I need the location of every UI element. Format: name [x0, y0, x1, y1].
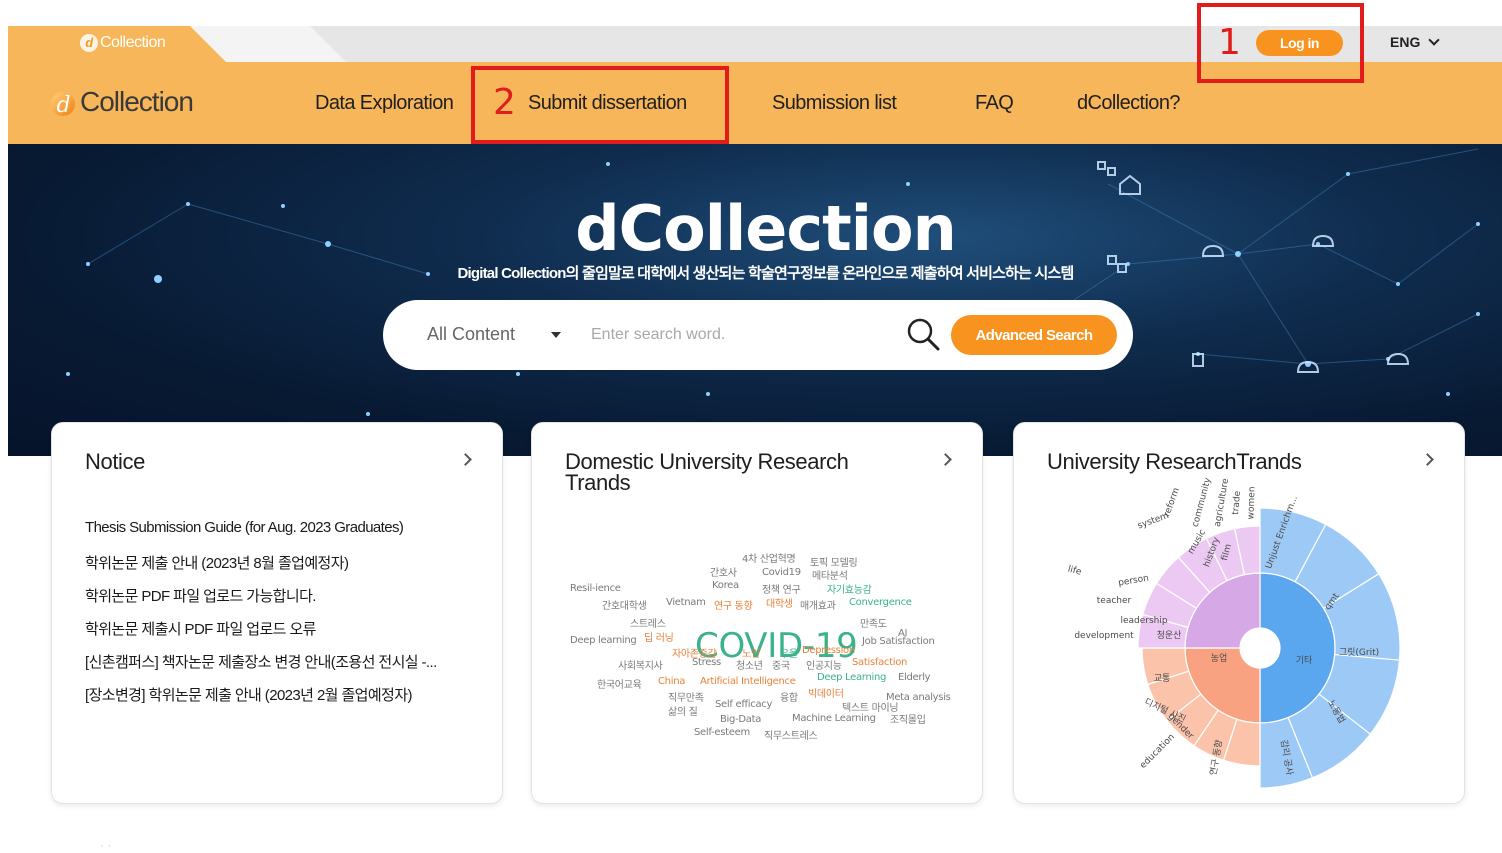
language-selector[interactable]: ENG: [1390, 34, 1441, 50]
search-scope-select[interactable]: All Content: [427, 324, 515, 345]
notice-item[interactable]: 학위논문 제출 안내 (2023년 8월 졸업예정자): [85, 552, 437, 585]
sunburst-label: 교통: [1154, 673, 1171, 684]
word-cloud-keyword[interactable]: 4차 산업혁명: [742, 550, 796, 565]
word-cloud-keyword[interactable]: Job Satisfaction: [862, 636, 935, 647]
top-site-logo[interactable]: d Collection: [80, 34, 166, 52]
word-cloud-keyword[interactable]: Big-Data: [720, 714, 761, 725]
sunburst-label: 농업: [1211, 653, 1228, 664]
language-label: ENG: [1390, 34, 1421, 50]
sunburst-label: 청운산: [1157, 630, 1182, 641]
word-cloud-keyword[interactable]: Self-esteem: [694, 727, 750, 738]
word-cloud-keyword[interactable]: 간호대학생: [602, 597, 647, 612]
search-icon[interactable]: [905, 316, 941, 352]
sunburst-label: leadership: [1120, 616, 1167, 626]
notice-list: Thesis Submission Guide (for Aug. 2023 G…: [85, 519, 437, 717]
word-cloud-keyword[interactable]: Artificial Intelligence: [700, 676, 796, 687]
notice-title: Notice: [85, 449, 145, 474]
sunburst-label: trade: [1231, 490, 1243, 515]
footer-dots: · ·: [100, 838, 112, 852]
word-cloud-keyword[interactable]: 직무스트레스: [764, 727, 818, 742]
word-cloud-keyword[interactable]: 한국어교육: [597, 676, 642, 691]
sunburst-label: teacher: [1097, 596, 1132, 606]
nav-dcollection-about[interactable]: dCollection?: [1077, 92, 1180, 115]
research-trend-sunburst: Unjust Enrichm...qmt그릿(Grit)노동법감리 공사연구 동…: [1067, 476, 1401, 789]
notice-item[interactable]: Thesis Submission Guide (for Aug. 2023 G…: [85, 519, 437, 552]
word-cloud-keyword[interactable]: 연구 동향: [714, 597, 753, 612]
word-cloud-keyword[interactable]: Machine Learning: [792, 713, 876, 724]
annotation-number-2: 2: [493, 82, 516, 123]
word-cloud-keyword[interactable]: 청소년: [736, 657, 763, 672]
sunburst-label: system: [1136, 511, 1170, 532]
word-cloud-keyword[interactable]: Vietnam: [666, 597, 706, 608]
notice-item[interactable]: 학위논문 제출시 PDF 파일 업로드 오류: [85, 618, 437, 651]
sunburst-label: life: [1067, 564, 1083, 577]
word-cloud-keyword[interactable]: Depression: [802, 645, 855, 656]
chevron-down-icon: [1428, 34, 1441, 46]
search-input[interactable]: [591, 320, 891, 350]
sunburst-label: women: [1246, 486, 1257, 519]
chevron-right-icon[interactable]: [459, 453, 472, 466]
notice-item[interactable]: [장소변경] 학위논문 제출 안내 (2023년 2월 졸업예정자): [85, 684, 437, 717]
word-cloud-keyword[interactable]: Deep learning: [570, 635, 637, 646]
word-cloud-keyword[interactable]: 스트레스: [630, 615, 666, 630]
word-cloud-keyword[interactable]: Convergence: [849, 597, 912, 608]
svg-text:d: d: [56, 93, 70, 118]
brand-logo[interactable]: d Collection: [50, 86, 194, 118]
word-cloud-keyword[interactable]: Meta analysis: [886, 692, 951, 703]
caret-down-icon[interactable]: [551, 332, 561, 338]
nav-data-exploration[interactable]: Data Exploration: [315, 92, 454, 115]
hero-title: dCollection: [575, 192, 956, 265]
word-cloud-keyword[interactable]: 조직몰입: [890, 711, 926, 726]
annotation-number-1: 1: [1218, 22, 1241, 63]
page: d Collection Log in ENG d Collection Dat…: [0, 0, 1502, 853]
top-logo-text: Collection: [100, 34, 166, 51]
sunburst-label: education: [1138, 732, 1177, 771]
word-cloud-keyword[interactable]: 정책 연구: [762, 581, 801, 596]
sunburst-label: person: [1118, 573, 1150, 588]
search-bar: All Content Advanced Search: [383, 300, 1133, 370]
notice-item[interactable]: 학위논문 PDF 파일 업로드 가능합니다.: [85, 585, 437, 618]
nav-submission-list[interactable]: Submission list: [772, 92, 897, 115]
word-cloud-keyword[interactable]: 메타분석: [812, 567, 848, 582]
sunburst-label: development: [1074, 631, 1134, 641]
word-cloud-keyword[interactable]: Elderly: [898, 672, 931, 683]
notice-item[interactable]: [신촌캠퍼스] 책자논문 제출장소 변경 안내(조용선 전시실 -...: [85, 651, 437, 684]
word-cloud-keyword[interactable]: Stress: [692, 657, 721, 668]
domestic-research-card: Domestic University Research Trands COVI…: [531, 422, 983, 804]
word-cloud-keyword[interactable]: 삶의 질: [668, 703, 698, 718]
word-cloud-keyword[interactable]: 중국: [772, 657, 790, 672]
nav-faq[interactable]: FAQ: [975, 92, 1014, 115]
word-cloud-keyword[interactable]: Covid19: [762, 567, 801, 578]
keyword-word-cloud: COVID-19 4차 산업혁명 토픽 모델링 간호사 Covid19 메타분석 Resil…: [532, 423, 984, 805]
word-cloud-keyword[interactable]: Korea: [712, 580, 739, 591]
advanced-search-button[interactable]: Advanced Search: [951, 315, 1117, 355]
word-cloud-keyword[interactable]: 인공지능: [806, 657, 842, 672]
sunburst-label: agriculture: [1213, 477, 1231, 527]
word-cloud-keyword[interactable]: China: [658, 676, 685, 687]
word-cloud-keyword[interactable]: 빅데이터: [808, 685, 844, 700]
word-cloud-keyword[interactable]: 만족도: [860, 615, 887, 630]
word-cloud-keyword[interactable]: 딥 러닝: [644, 629, 674, 644]
word-cloud-keyword[interactable]: 간호사: [710, 564, 737, 579]
word-cloud-keyword[interactable]: Resil-ience: [570, 583, 621, 594]
word-cloud-keyword[interactable]: Self efficacy: [715, 699, 772, 710]
dcollection-mark-icon: d: [80, 34, 98, 52]
word-cloud-keyword[interactable]: Deep Learning: [817, 672, 886, 683]
word-cloud-keyword[interactable]: 직무만족: [668, 689, 704, 704]
word-cloud-keyword[interactable]: 매개효과: [800, 597, 836, 612]
brand-d-icon: d: [51, 92, 75, 118]
word-cloud-keyword[interactable]: 자기효능감: [827, 581, 872, 596]
sunburst-label: 그릿(Grit): [1339, 646, 1379, 658]
word-cloud-keyword[interactable]: Satisfaction: [852, 657, 907, 668]
sunburst-center: [1240, 628, 1280, 668]
brand-text: Collection: [80, 86, 194, 117]
word-cloud-keyword[interactable]: 대학생: [766, 595, 793, 610]
sunburst-label: community: [1191, 476, 1214, 528]
hero-subtitle: Digital Collection의 줄임말로 대학에서 생산되는 학술연구정…: [457, 265, 1074, 282]
notice-card: Notice Thesis Submission Guide (for Aug.…: [51, 422, 503, 804]
word-cloud-keyword[interactable]: 융합: [780, 689, 798, 704]
university-research-card: University ResearchTrands Unjust Enrichm…: [1013, 422, 1465, 804]
sunburst-label: 기타: [1296, 655, 1313, 666]
word-cloud-keyword[interactable]: 사회복지사: [618, 657, 663, 672]
